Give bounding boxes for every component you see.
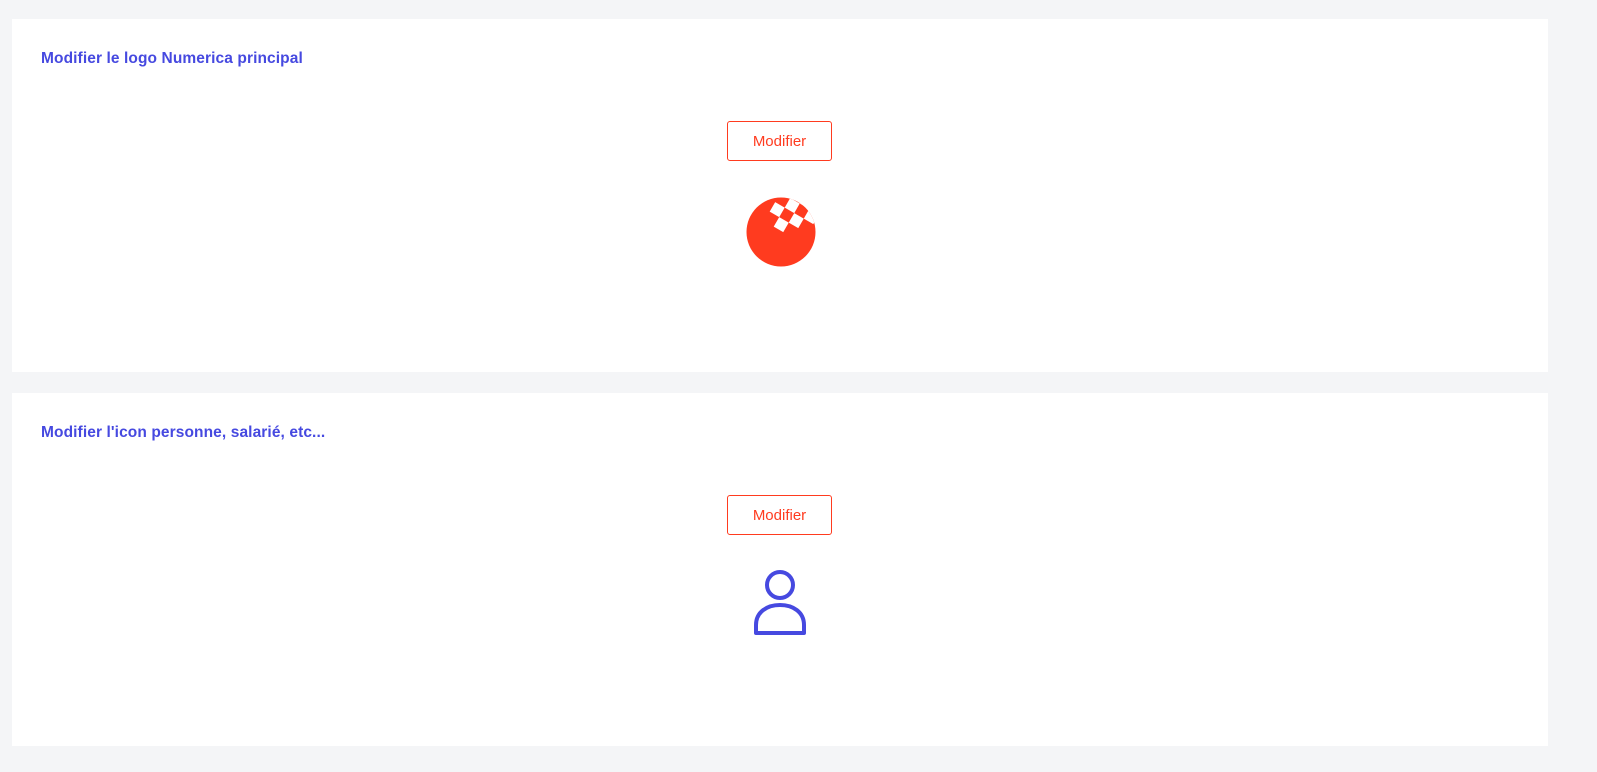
edit-person-icon-button[interactable]: Modifier [727, 495, 832, 535]
edit-logo-button[interactable]: Modifier [727, 121, 832, 161]
person-icon [752, 569, 808, 637]
settings-page: Modifier le logo Numerica principal Modi… [0, 0, 1597, 772]
logo-section-title: Modifier le logo Numerica principal [41, 50, 303, 67]
logo-settings-card: Modifier le logo Numerica principal Modi… [12, 19, 1548, 372]
person-icon-settings-card: Modifier l'icon personne, salarié, etc..… [12, 393, 1548, 746]
numerica-logo-icon [746, 197, 816, 267]
person-icon-section-title: Modifier l'icon personne, salarié, etc..… [41, 424, 326, 441]
